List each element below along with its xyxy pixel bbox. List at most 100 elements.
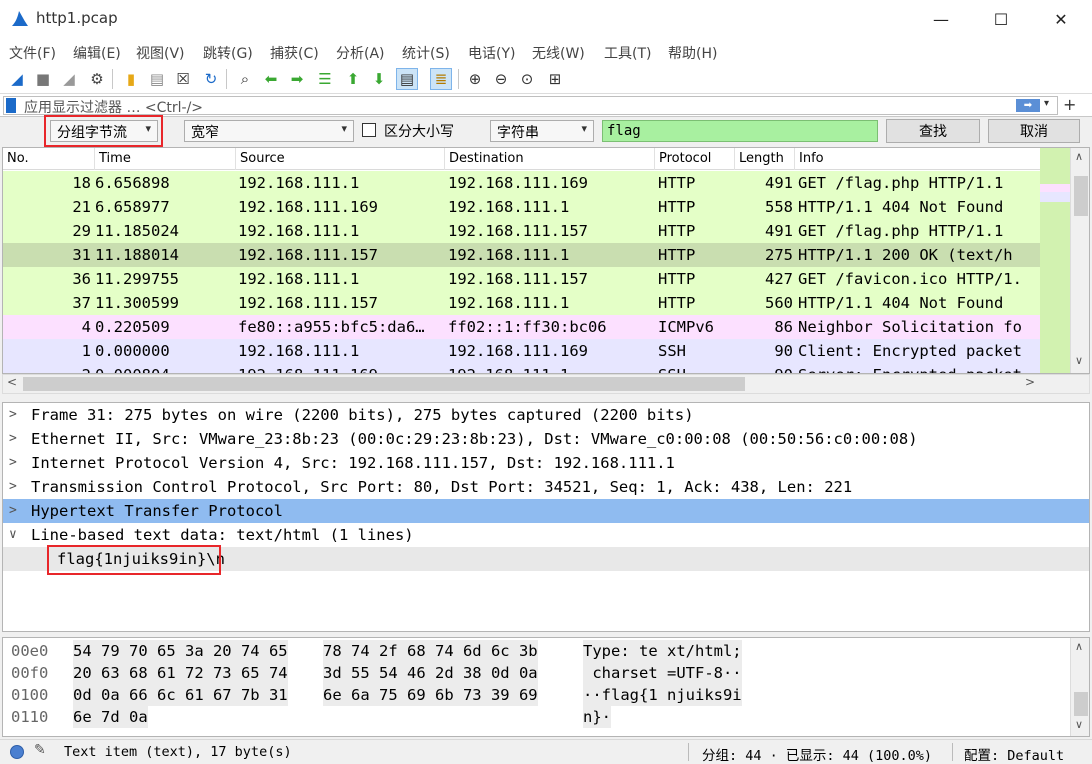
hex-bytes-right[interactable]: 3d 55 54 46 2d 38 0d 0a — [323, 662, 538, 684]
shark-fin-start-icon[interactable]: ◢ — [6, 68, 28, 90]
packet-minimap[interactable] — [1040, 148, 1070, 373]
apply-filter-arrow-icon[interactable]: ➡ — [1016, 99, 1040, 112]
goto-packet-icon[interactable]: ☰ — [314, 68, 336, 90]
zoom-out-icon[interactable]: ⊖ — [490, 68, 512, 90]
hex-bytes-left[interactable]: 0d 0a 66 6c 61 67 7b 31 — [73, 684, 288, 706]
detail-tree-row[interactable]: > Hypertext Transfer Protocol — [3, 499, 1089, 523]
hex-offset[interactable]: 00f0 — [11, 662, 48, 684]
autoscroll-icon[interactable]: ▤ — [396, 68, 418, 90]
hex-bytes-right[interactable]: 6e 6a 75 69 6b 73 39 69 — [323, 684, 538, 706]
detail-tree-row[interactable]: > Frame 31: 275 bytes on wire (2200 bits)… — [3, 403, 1089, 427]
column-info[interactable]: Info — [795, 148, 1040, 170]
open-folder-icon[interactable]: ▮ — [120, 68, 142, 90]
menu-help[interactable]: 帮助(H) — [668, 43, 717, 63]
forward-arrow-icon[interactable]: ➡ — [286, 68, 308, 90]
first-packet-icon[interactable]: ⬆ — [342, 68, 364, 90]
hex-offset[interactable]: 00e0 — [11, 640, 48, 662]
packet-row[interactable]: 37 11.300599 192.168.111.157 192.168.111.1 H… — [3, 291, 1040, 315]
scroll-up-icon[interactable]: ∧ — [1075, 150, 1083, 163]
packet-row[interactable]: 1 0.000000 192.168.111.1 192.168.111.169 SSH… — [3, 339, 1040, 363]
scroll-up-icon[interactable]: ∧ — [1075, 640, 1083, 653]
options-gear-icon[interactable]: ⚙ — [86, 68, 108, 90]
reload-icon[interactable]: ↻ — [200, 68, 222, 90]
collapse-caret-icon[interactable]: > — [9, 427, 25, 451]
expand-caret-icon[interactable]: ∨ — [9, 523, 25, 547]
column-time[interactable]: Time — [95, 148, 236, 170]
back-arrow-icon[interactable]: ⬅ — [260, 68, 282, 90]
hex-ascii[interactable]: ··flag{1 njuiks9i — [583, 684, 742, 706]
find-button[interactable]: 查找 — [886, 119, 980, 143]
packet-row[interactable]: 29 11.185024 192.168.111.1 192.168.111.157 H… — [3, 219, 1040, 243]
packet-row[interactable]: 31 11.188014 192.168.111.157 192.168.111.1 H… — [3, 243, 1040, 267]
edit-comment-icon[interactable]: ✎ — [34, 742, 46, 758]
scroll-thumb[interactable] — [1074, 692, 1088, 716]
hex-offset[interactable]: 0110 — [11, 706, 48, 728]
charset-select[interactable]: 宽窄 ▾ — [184, 120, 354, 142]
hex-ascii[interactable]: charset =UTF-8·· — [583, 662, 742, 684]
maximize-button[interactable]: ☐ — [978, 0, 1024, 38]
scroll-down-icon[interactable]: ∨ — [1075, 718, 1083, 731]
minimize-button[interactable]: — — [918, 0, 964, 38]
detail-tree-row[interactable]: > Transmission Control Protocol, Src Port… — [3, 475, 1089, 499]
packet-row[interactable]: 18 6.656898 192.168.111.1 192.168.111.169 HT… — [3, 171, 1040, 195]
status-profile[interactable]: 配置: Default — [964, 744, 1064, 764]
display-filter-input[interactable]: 应用显示过滤器 … <Ctrl-/> ➡ ▾ — [3, 96, 1058, 116]
hex-bytes-left[interactable]: 6e 7d 0a — [73, 706, 148, 728]
packet-row[interactable]: 2 0.000804192.168.111.169192.168.111.1SSH… — [3, 363, 1040, 373]
hex-bytes-right[interactable]: 78 74 2f 68 74 6d 6c 3b — [323, 640, 538, 662]
expert-info-icon[interactable] — [10, 745, 24, 759]
restart-icon[interactable]: ◢ — [58, 68, 80, 90]
hex-offset[interactable]: 0100 — [11, 684, 48, 706]
search-value-input[interactable]: flag — [602, 120, 878, 142]
filter-history-chevron-icon[interactable]: ▾ — [1044, 98, 1049, 109]
scroll-thumb[interactable] — [1074, 176, 1088, 216]
zoom-in-icon[interactable]: ⊕ — [464, 68, 486, 90]
collapse-caret-icon[interactable]: > — [9, 475, 25, 499]
detail-tree-row[interactable]: ∨ Line-based text data: text/html (1 line… — [3, 523, 1089, 547]
packet-list-hscrollbar[interactable]: < > — [2, 374, 1090, 394]
menu-tools[interactable]: 工具(T) — [604, 43, 651, 63]
last-packet-icon[interactable]: ⬇ — [368, 68, 390, 90]
scroll-right-icon[interactable]: > — [1025, 375, 1035, 389]
column-source[interactable]: Source — [236, 148, 445, 170]
case-sensitive-checkbox[interactable] — [362, 123, 376, 137]
menu-statistics[interactable]: 统计(S) — [402, 43, 450, 63]
menu-capture[interactable]: 捕获(C) — [270, 43, 319, 63]
menu-go[interactable]: 跳转(G) — [203, 43, 253, 63]
menu-wireless[interactable]: 无线(W) — [532, 43, 585, 63]
collapse-caret-icon[interactable]: > — [9, 499, 25, 523]
packet-row[interactable]: 36 11.299755 192.168.111.1 192.168.111.157 H… — [3, 267, 1040, 291]
close-file-icon[interactable]: ☒ — [172, 68, 194, 90]
collapse-caret-icon[interactable]: > — [9, 403, 25, 427]
scroll-left-icon[interactable]: < — [7, 375, 17, 389]
close-window-button[interactable]: ✕ — [1038, 0, 1084, 38]
menu-telephony[interactable]: 电话(Y) — [468, 43, 515, 63]
colorize-icon[interactable]: ≣ — [430, 68, 452, 90]
search-type-select[interactable]: 字符串 ▾ — [490, 120, 594, 142]
menu-edit[interactable]: 编辑(E) — [73, 43, 121, 63]
hscroll-thumb[interactable] — [23, 377, 745, 391]
hex-ascii[interactable]: n}· — [583, 706, 611, 728]
menu-view[interactable]: 视图(V) — [136, 43, 185, 63]
hex-ascii[interactable]: Type: te xt/html; — [583, 640, 742, 662]
collapse-caret-icon[interactable]: > — [9, 451, 25, 475]
bytes-vscrollbar[interactable]: ∧ ∨ — [1070, 638, 1089, 736]
file-icon[interactable]: ▤ — [146, 68, 168, 90]
column-no[interactable]: No. — [3, 148, 95, 170]
hex-bytes-left[interactable]: 20 63 68 61 72 73 65 74 — [73, 662, 288, 684]
column-length[interactable]: Length — [735, 148, 795, 170]
packet-row[interactable]: 4 0.220509 fe80::a955:bfc5:da6… ff02::1:ff3… — [3, 315, 1040, 339]
column-protocol[interactable]: Protocol — [655, 148, 735, 170]
detail-tree-row[interactable]: > Ethernet II, Src: VMware_23:8b:23 (00:0… — [3, 427, 1089, 451]
add-filter-button-icon[interactable]: + — [1063, 95, 1076, 114]
cancel-button[interactable]: 取消 — [988, 119, 1080, 143]
scroll-down-icon[interactable]: ∨ — [1075, 354, 1083, 367]
menu-analyze[interactable]: 分析(A) — [336, 43, 385, 63]
packet-list-vscrollbar[interactable]: ∧ ∨ — [1070, 148, 1089, 373]
resize-columns-icon[interactable]: ⊞ — [544, 68, 566, 90]
zoom-normal-icon[interactable]: ⊙ — [516, 68, 538, 90]
stop-icon[interactable]: ■ — [32, 68, 54, 90]
packet-row[interactable]: 21 6.658977 192.168.111.169 192.168.111.1 HT… — [3, 195, 1040, 219]
bookmark-icon[interactable] — [6, 98, 16, 113]
column-destination[interactable]: Destination — [445, 148, 655, 170]
